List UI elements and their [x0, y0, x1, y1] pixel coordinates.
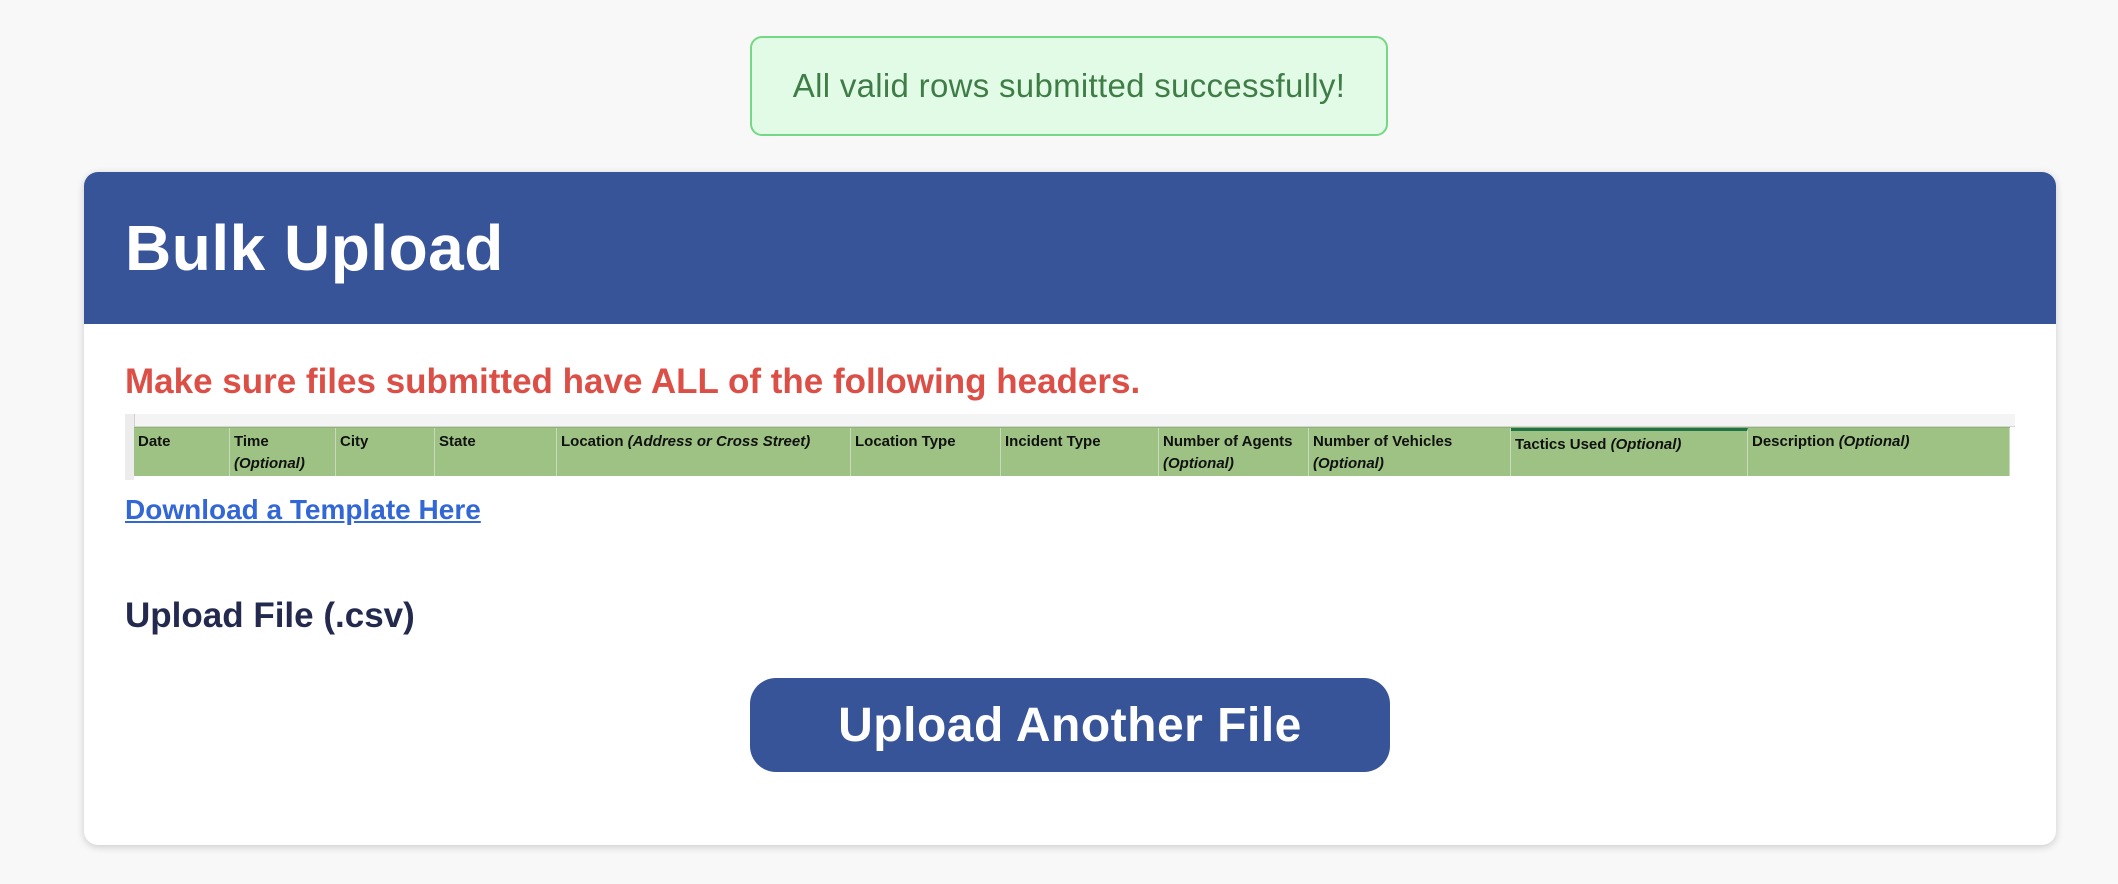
- sheet-data-row: [134, 476, 2015, 480]
- sheet-header-cell: Time (Optional): [230, 428, 336, 476]
- success-toast: All valid rows submitted successfully!: [750, 36, 1388, 136]
- page-title: Bulk Upload: [125, 212, 504, 284]
- column-optional-note: (Optional): [1610, 436, 1682, 453]
- sheet-header-cell: Number of Vehicles (Optional): [1309, 428, 1511, 476]
- download-template-link[interactable]: Download a Template Here: [125, 494, 481, 526]
- headers-warning: Make sure files submitted have ALL of th…: [125, 362, 1141, 401]
- column-label: Location: [561, 433, 624, 450]
- column-label: Description: [1752, 433, 1835, 450]
- column-label: City: [340, 433, 369, 450]
- sheet-header-cell: Number of Agents (Optional): [1159, 428, 1309, 476]
- sheet-header-cell: City: [336, 428, 435, 476]
- page: All valid rows submitted successfully! B…: [0, 0, 2118, 884]
- sheet-header-cell: Incident Type: [1001, 428, 1159, 476]
- column-optional-note: (Address or Cross Street): [627, 433, 811, 450]
- column-optional-note: (Optional): [234, 455, 305, 472]
- column-label: Location Type: [855, 433, 956, 450]
- column-label: Time: [234, 433, 269, 450]
- card-header: Bulk Upload: [84, 172, 2056, 324]
- upload-another-file-button[interactable]: Upload Another File: [750, 678, 1390, 772]
- column-optional-note: (Optional): [1313, 455, 1384, 472]
- column-label: Number of Vehicles: [1313, 433, 1453, 450]
- sheet-header-cell: Tactics Used (Optional): [1511, 428, 1748, 476]
- sheet-column-letters: [125, 414, 2015, 427]
- column-optional-note: (Optional): [1838, 433, 1910, 450]
- column-label: Tactics Used: [1515, 436, 1607, 453]
- sheet-header-cell: Location Type: [851, 428, 1001, 476]
- upload-file-label: Upload File (.csv): [125, 596, 415, 635]
- column-label: Number of Agents: [1163, 433, 1293, 450]
- column-label: Incident Type: [1005, 433, 1101, 450]
- sheet-header-row: Date Time (Optional) City State Location…: [134, 427, 2010, 477]
- column-label: State: [439, 433, 476, 450]
- success-message: All valid rows submitted successfully!: [792, 67, 1346, 104]
- sheet-header-cell: Location (Address or Cross Street): [557, 428, 851, 476]
- column-label: Date: [138, 433, 171, 450]
- sheet-header-cell: State: [435, 428, 557, 476]
- sheet-header-cell: Description (Optional): [1748, 428, 2010, 476]
- bulk-upload-card: Bulk Upload Make sure files submitted ha…: [84, 172, 2056, 845]
- spreadsheet-headers-image: Date Time (Optional) City State Location…: [125, 414, 2015, 480]
- column-optional-note: (Optional): [1163, 455, 1234, 472]
- sheet-header-cell: Date: [134, 428, 230, 476]
